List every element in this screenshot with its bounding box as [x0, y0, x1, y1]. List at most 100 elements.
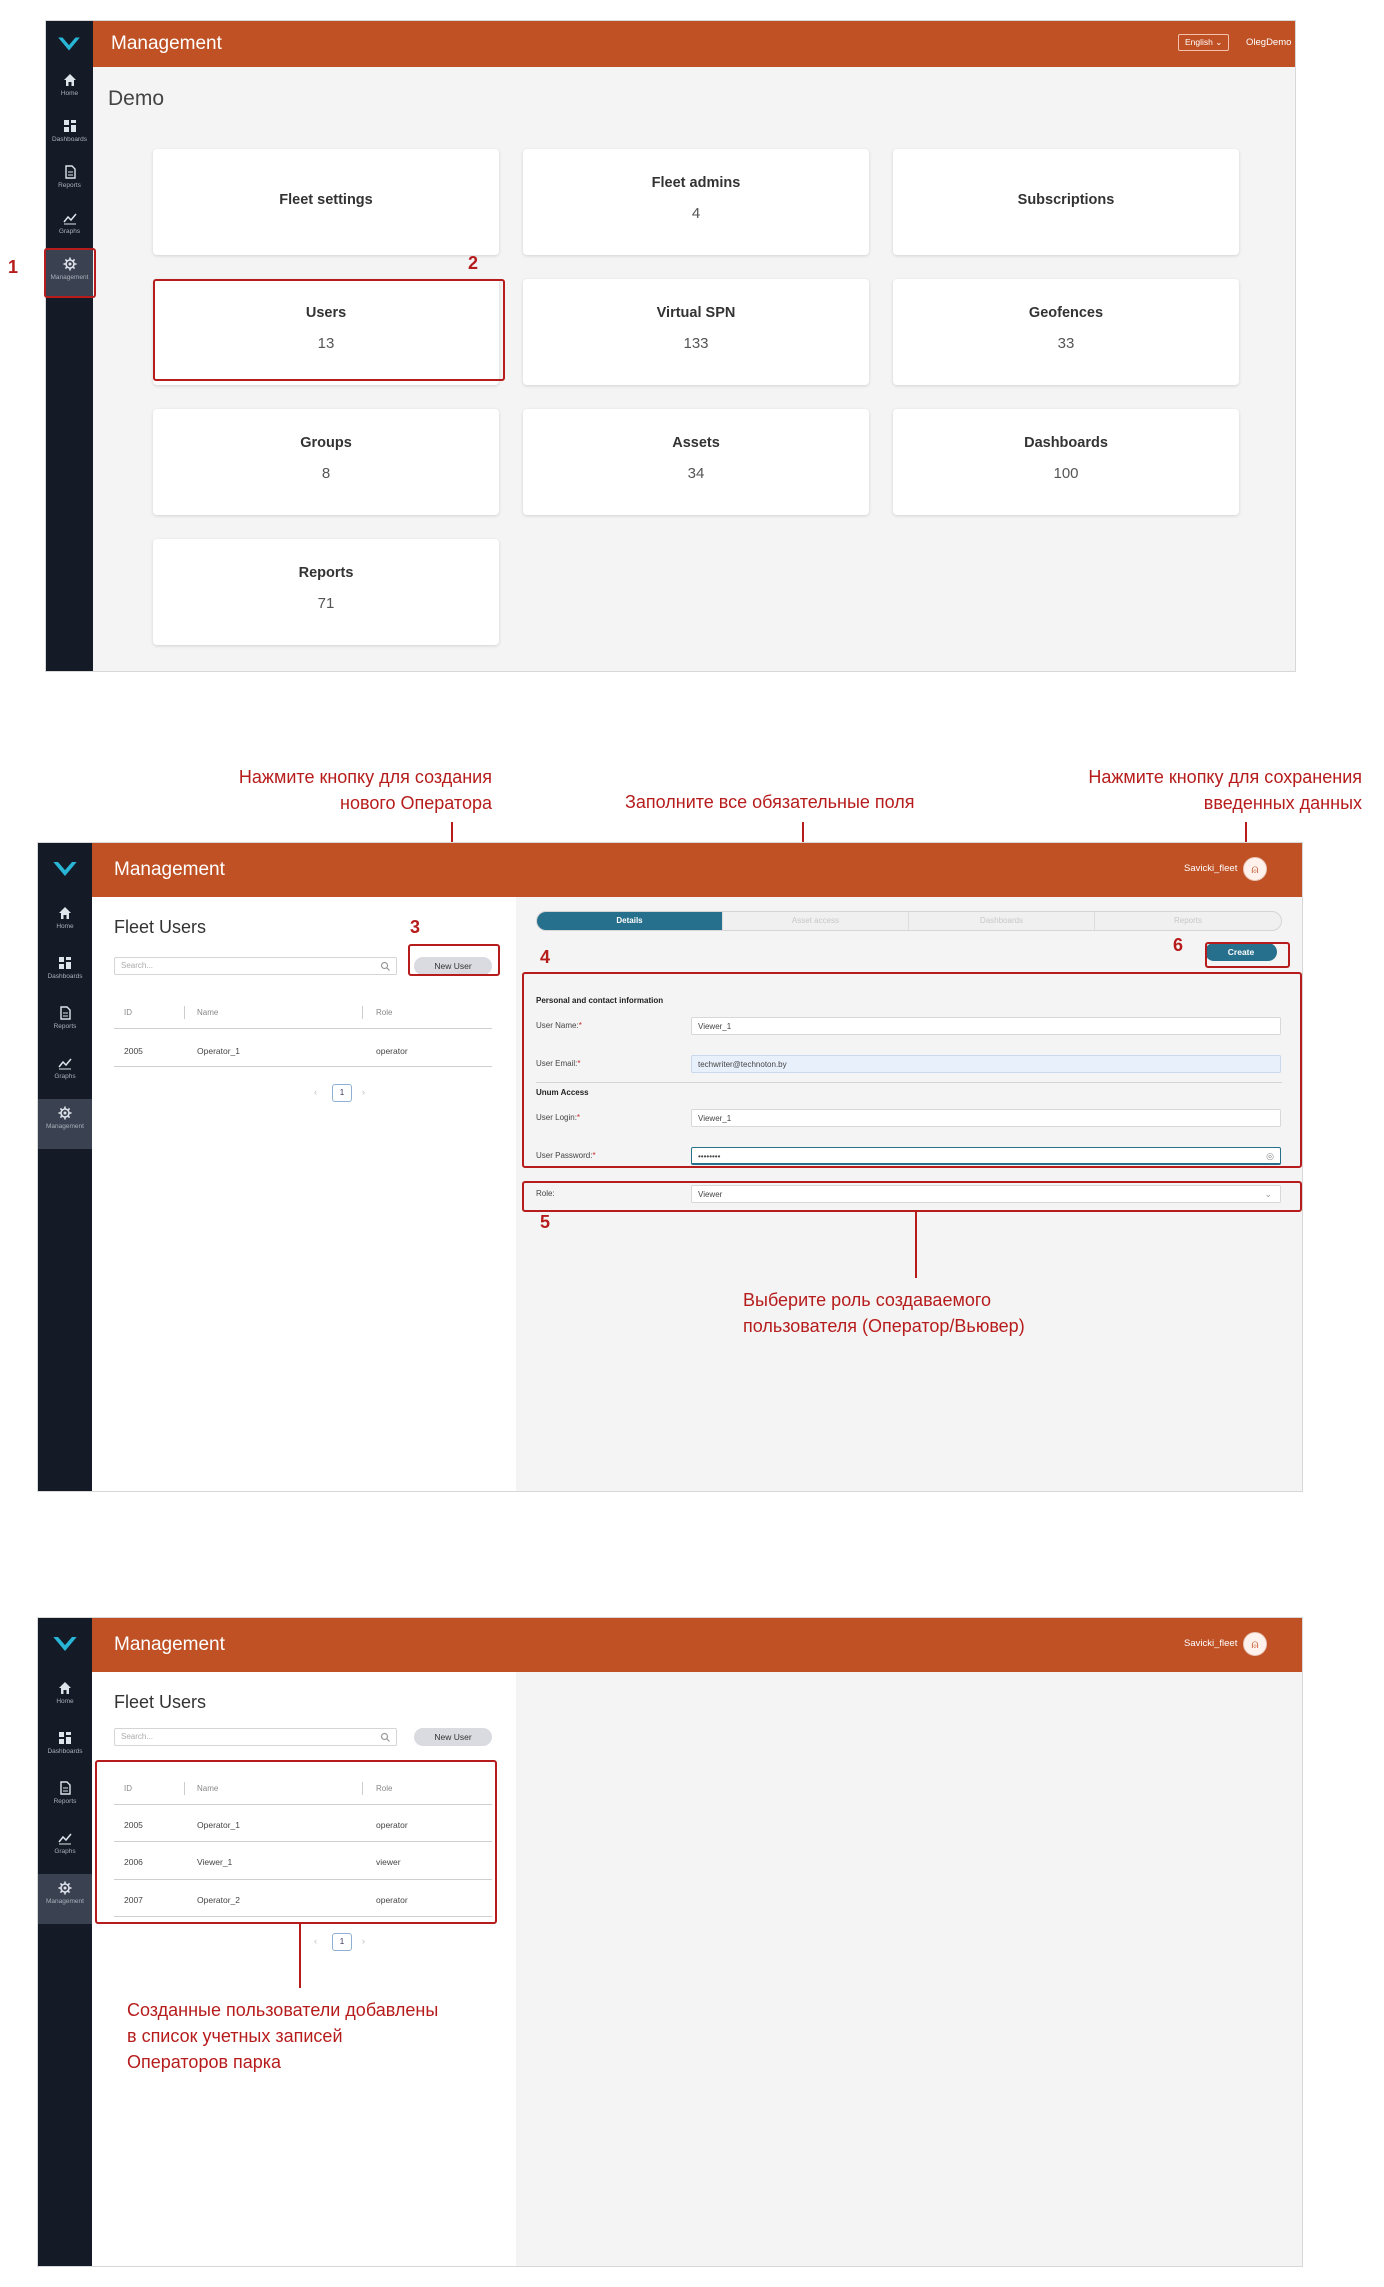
marker-6: 6 [1173, 935, 1184, 955]
page-button[interactable]: 1 [332, 1933, 352, 1951]
avatar[interactable]: ⍝ [1243, 1632, 1267, 1656]
user-name[interactable]: Savicki_fleet [1184, 1638, 1237, 1649]
cell-id: 2005 [124, 1046, 143, 1056]
graph-icon [62, 213, 77, 225]
highlight-required-fields [522, 972, 1302, 1168]
column-name: Name [197, 1008, 219, 1017]
nav-management[interactable]: Management [38, 1099, 92, 1149]
nav-dashboards-label: Dashboards [47, 973, 83, 980]
nav-management-label: Management [46, 1898, 84, 1905]
column-divider [362, 1006, 363, 1019]
gear-icon [57, 1880, 73, 1896]
card-title: Groups [300, 435, 352, 451]
marker-5: 5 [540, 1212, 551, 1232]
nav-reports[interactable]: Reports [46, 158, 93, 204]
nav-graphs[interactable]: Graphs [38, 1824, 92, 1874]
tab-asset-access[interactable]: Asset access [723, 912, 909, 930]
highlight-new-user [408, 944, 500, 976]
user-icon: ⍝ [1251, 862, 1259, 876]
nav-reports[interactable]: Reports [38, 999, 92, 1049]
connector-line [299, 1924, 301, 1988]
card-subscriptions[interactable]: Subscriptions [893, 149, 1239, 255]
nav-home[interactable]: Home [46, 66, 93, 112]
annotation-fill-fields: Заполните все обязательные поля [625, 792, 915, 812]
nav-graphs-label: Graphs [58, 228, 81, 235]
empty-detail-panel [516, 1672, 1302, 2266]
dashboard-icon [59, 1732, 71, 1744]
user-name[interactable]: Savicki_fleet [1184, 863, 1237, 874]
card-groups[interactable]: Groups 8 [153, 409, 499, 515]
nav-dashboards-label: Dashboards [47, 1748, 83, 1755]
table-divider [114, 1028, 492, 1029]
card-dashboards[interactable]: Dashboards 100 [893, 409, 1239, 515]
search-icon [380, 961, 390, 971]
avatar[interactable]: ⍝ [1243, 857, 1267, 881]
home-icon [59, 907, 71, 919]
user-icon: ⍝ [1251, 1637, 1259, 1651]
logo-icon [53, 862, 77, 876]
marker-2: 2 [468, 253, 479, 273]
nav-reports-label: Reports [53, 1023, 77, 1030]
card-title: Virtual SPN [656, 305, 736, 321]
nav-management[interactable]: Management [38, 1874, 92, 1924]
marker-1: 1 [8, 257, 19, 277]
cell-name: Operator_1 [197, 1046, 240, 1056]
home-icon [63, 74, 76, 86]
card-fleet-admins[interactable]: Fleet admins 4 [523, 149, 869, 255]
logo-icon [53, 1637, 77, 1651]
nav-graphs[interactable]: Graphs [38, 1049, 92, 1099]
new-user-button[interactable]: New User [414, 1728, 492, 1746]
nav-home-label: Home [60, 90, 79, 97]
prev-page-icon[interactable]: ‹ [314, 1087, 317, 1097]
card-title: Assets [672, 435, 720, 451]
nav-dashboards[interactable]: Dashboards [38, 1724, 92, 1774]
dashboard-icon [63, 120, 76, 132]
card-reports[interactable]: Reports 71 [153, 539, 499, 645]
nav-dashboards[interactable]: Dashboards [46, 112, 93, 158]
card-value: 100 [1053, 465, 1079, 482]
card-title: Fleet settings [279, 192, 373, 208]
highlight-role [522, 1181, 1302, 1212]
page-title: Demo [108, 87, 165, 110]
card-title: Dashboards [1024, 435, 1108, 451]
marker-3: 3 [410, 917, 421, 937]
tab-details[interactable]: Details [537, 912, 723, 930]
top-bar: Management Savicki_fleet ⍝ [92, 1618, 1302, 1672]
card-value: 33 [1057, 335, 1075, 352]
page-button[interactable]: 1 [332, 1084, 352, 1102]
panel-title: Fleet Users [114, 1692, 207, 1712]
nav-home[interactable]: Home [38, 899, 92, 949]
nav-dashboards[interactable]: Dashboards [38, 949, 92, 999]
nav-graphs-label: Graphs [54, 1848, 76, 1855]
card-virtual-spn[interactable]: Virtual SPN 133 [523, 279, 869, 385]
card-value: 133 [683, 335, 709, 352]
card-value: 4 [691, 205, 701, 222]
tab-reports[interactable]: Reports [1095, 912, 1281, 930]
search-input[interactable]: Search... [114, 957, 397, 975]
annotation-save: Нажмите кнопку для сохранения введенных … [1088, 767, 1362, 813]
next-page-icon[interactable]: › [362, 1087, 365, 1097]
tab-dashboards[interactable]: Dashboards [909, 912, 1095, 930]
search-input[interactable]: Search... [114, 1728, 397, 1746]
nav-graphs-label: Graphs [54, 1073, 76, 1080]
highlight-create [1205, 942, 1290, 968]
nav-graphs[interactable]: Graphs [46, 204, 93, 250]
report-icon [60, 1006, 71, 1020]
language-select[interactable]: English ⌄ [1178, 34, 1230, 51]
user-name[interactable]: OlegDemo [1246, 37, 1291, 48]
highlight-users-card [153, 279, 505, 381]
nav-management-label: Management [46, 1123, 84, 1130]
nav-reports[interactable]: Reports [38, 1774, 92, 1824]
highlight-users-table [95, 1760, 497, 1924]
card-assets[interactable]: Assets 34 [523, 409, 869, 515]
nav-home[interactable]: Home [38, 1674, 92, 1724]
card-geofences[interactable]: Geofences 33 [893, 279, 1239, 385]
cell-role: operator [376, 1046, 408, 1056]
logo-icon [58, 37, 80, 51]
card-value: 34 [687, 465, 705, 482]
next-page-icon[interactable]: › [362, 1936, 365, 1946]
prev-page-icon[interactable]: ‹ [314, 1936, 317, 1946]
card-fleet-settings[interactable]: Fleet settings [153, 149, 499, 255]
screen-users-list: Home Dashboards Reports Graphs Managemen… [37, 1617, 1303, 2267]
table-divider [114, 1066, 492, 1067]
